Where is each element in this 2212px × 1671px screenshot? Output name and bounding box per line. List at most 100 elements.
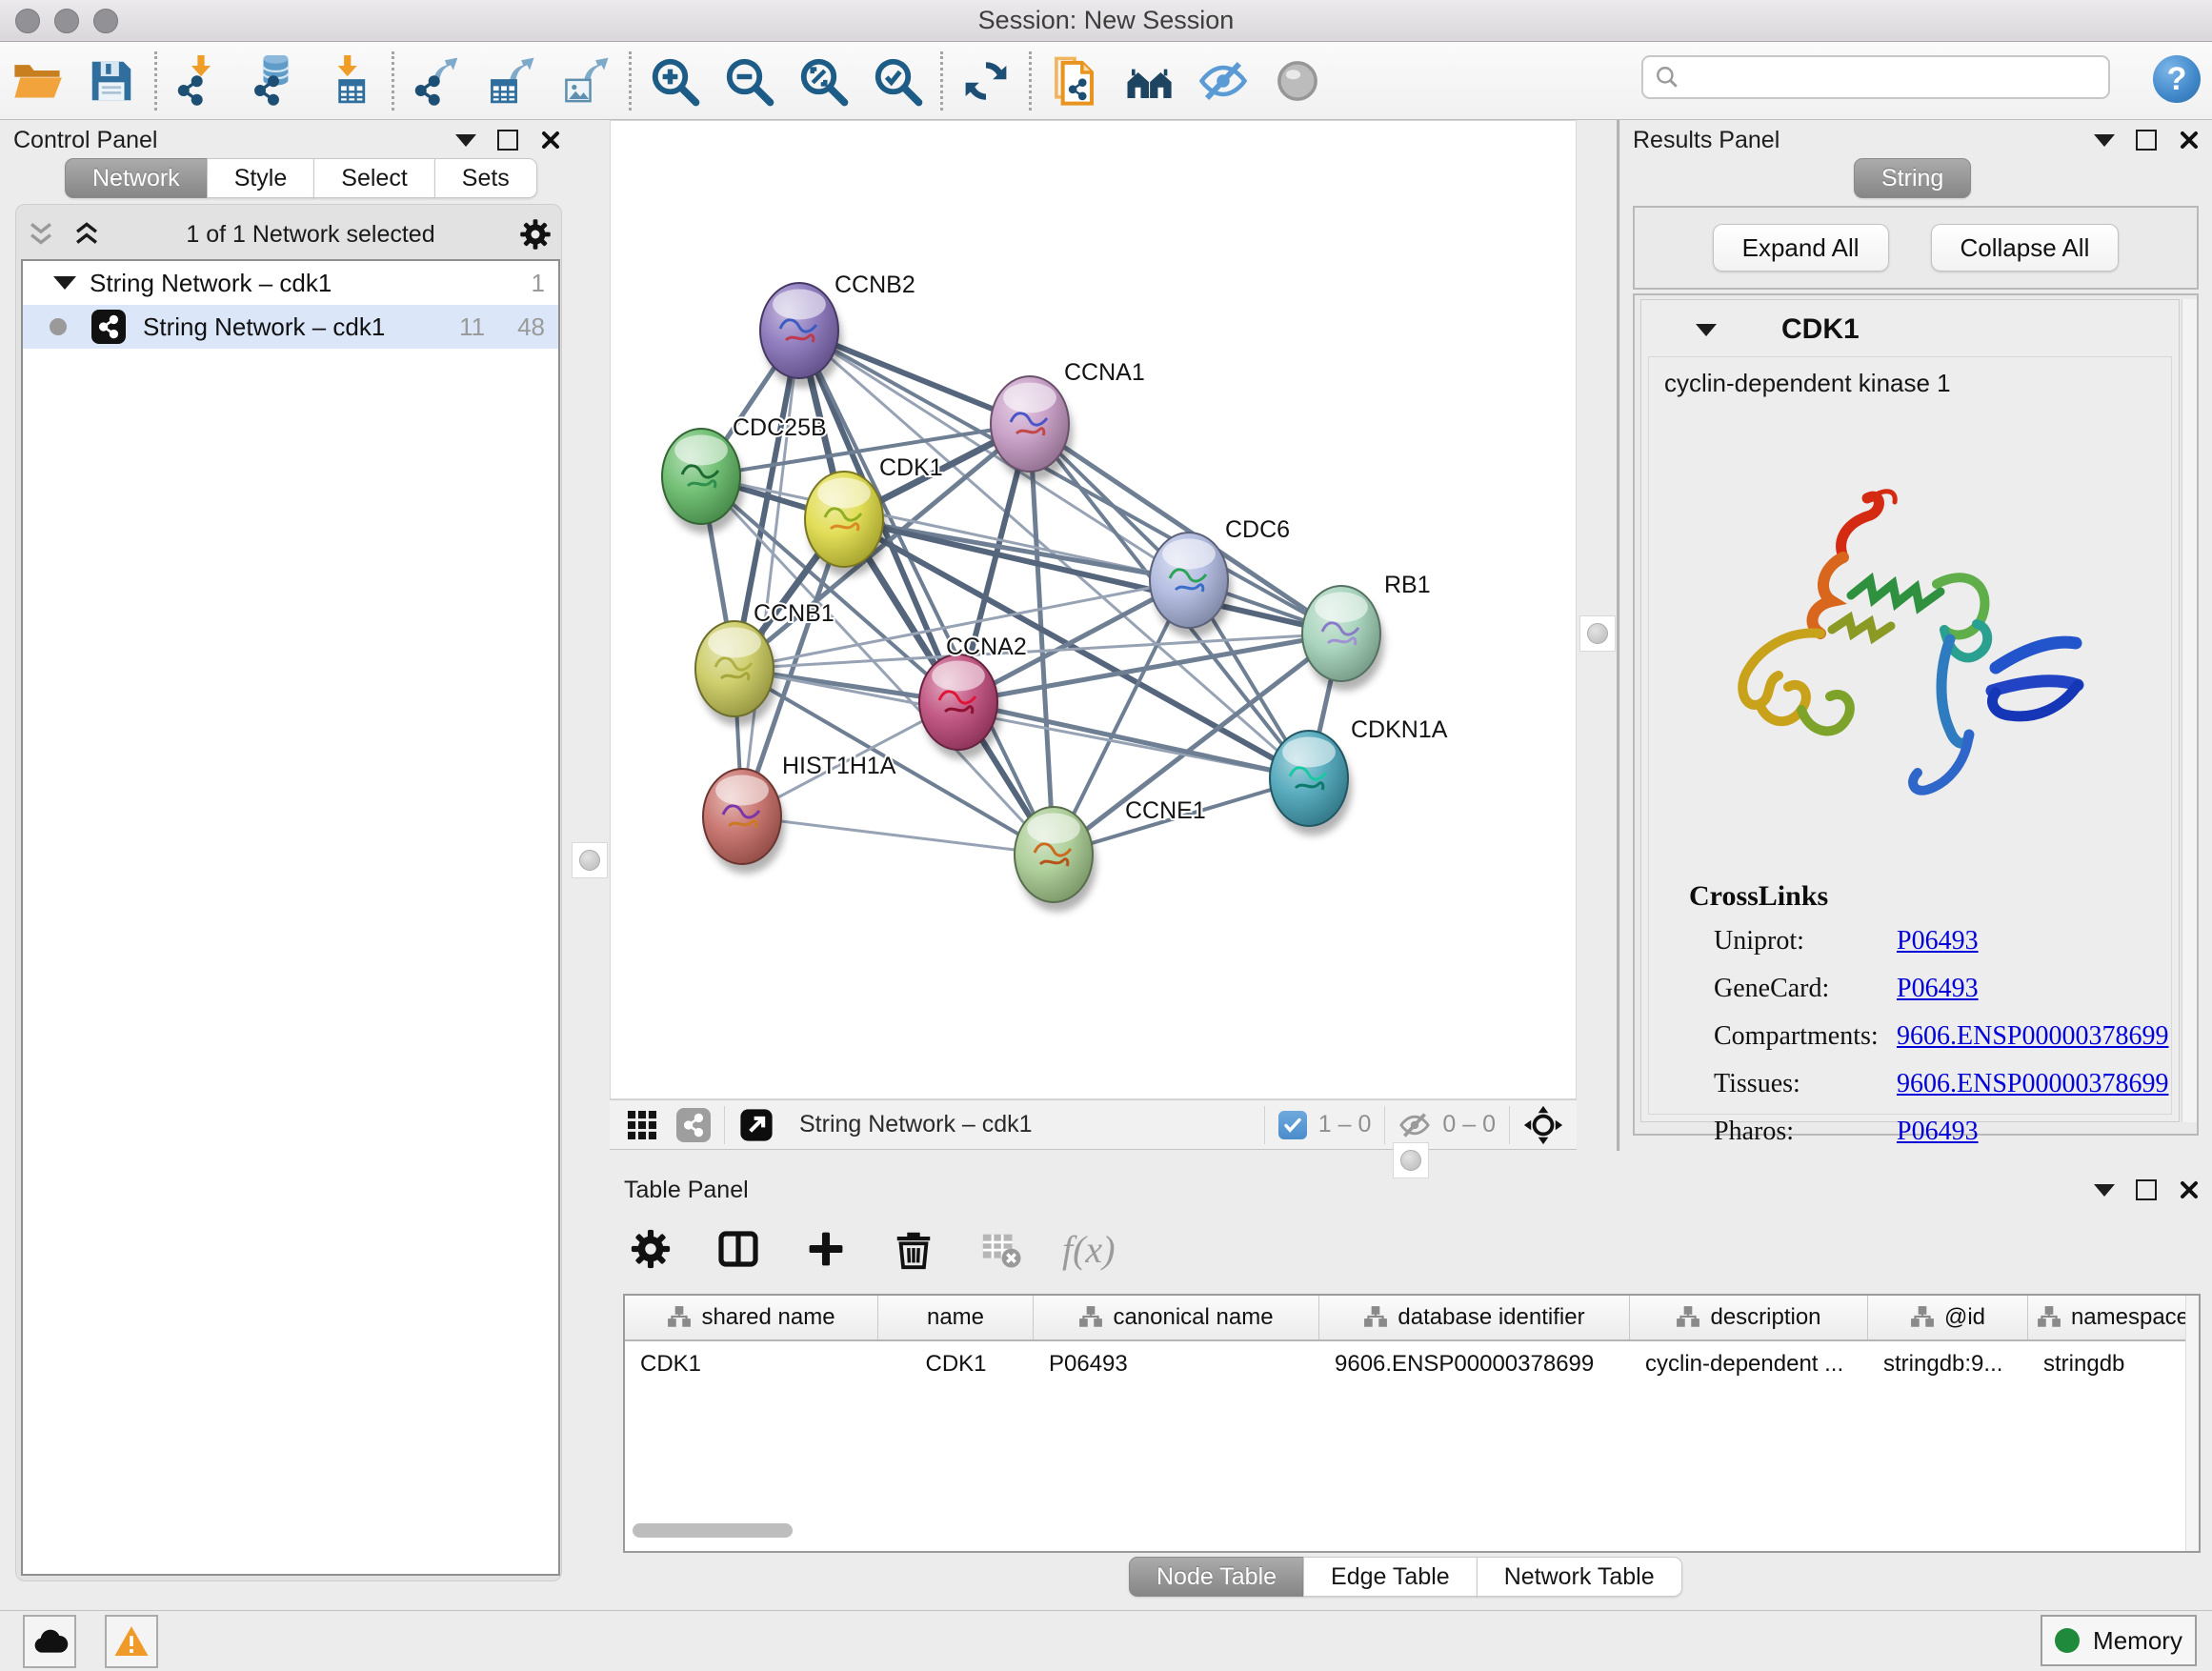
network-row[interactable]: String Network – cdk1 11 48 [23,305,558,349]
detach-view-icon[interactable] [738,1107,774,1143]
close-window-button[interactable] [15,9,40,33]
crosshair-icon[interactable] [1523,1105,1563,1145]
results-scrollbar[interactable] [2182,299,2197,1122]
selected-nodes-checkbox[interactable] [1278,1111,1307,1139]
column-header[interactable]: description [1630,1296,1868,1339]
network-options-gear-icon[interactable] [518,217,553,252]
show-columns-icon[interactable] [712,1222,765,1276]
table-panel-title: Table Panel [624,1177,749,1204]
collapse-all-button[interactable]: Collapse All [1931,224,2120,272]
cytoscape-window: Session: New Session [0,0,2212,1671]
horizontal-splitter[interactable] [610,1150,2212,1171]
table-tab-network-table[interactable]: Network Table [1477,1557,1682,1597]
network-edge-CCNA1-CCNE1[interactable] [1030,424,1054,855]
tab-network[interactable]: Network [65,158,208,198]
save-session-icon[interactable] [74,50,149,112]
column-header[interactable]: database identifier [1319,1296,1630,1339]
table-cell[interactable]: stringdb:9... [1868,1343,2028,1385]
crosslink-link[interactable]: P06493 [1897,974,1979,1004]
tab-sets[interactable]: Sets [434,158,537,198]
control-panel-float-icon[interactable] [455,134,476,147]
zoom-in-icon[interactable] [637,50,712,112]
eye-icon[interactable] [1260,50,1335,112]
tab-select[interactable]: Select [313,158,434,198]
control-panel-maximize-icon[interactable] [497,130,518,151]
table-cell[interactable]: CDK1 [878,1343,1034,1385]
zoom-out-icon[interactable] [712,50,786,112]
zoom-fit-icon[interactable] [786,50,860,112]
zoom-window-button[interactable] [93,9,118,33]
expand-all-button[interactable]: Expand All [1713,224,1889,272]
tab-style[interactable]: Style [207,158,315,198]
network-list: String Network – cdk1 1 String Network –… [21,259,560,1576]
right-splitter-handle[interactable] [1579,615,1616,652]
network-collection-row[interactable]: String Network – cdk1 1 [23,261,558,305]
cdk1-collapse-triangle[interactable] [1696,324,1717,336]
crosslink-link[interactable]: P06493 [1897,1117,1979,1147]
cloud-status-icon[interactable] [23,1615,76,1668]
export-image-icon[interactable] [549,50,623,112]
results-panel-float-icon[interactable] [2094,134,2115,147]
minimize-window-button[interactable] [54,9,79,33]
crosslink-link[interactable]: 9606.ENSP00000378699 [1897,1021,2168,1052]
column-header[interactable]: canonical name [1034,1296,1319,1339]
left-splitter-handle[interactable] [572,842,608,878]
string-home-icon[interactable] [1112,50,1186,112]
table-vertical-scrollbar[interactable] [2185,1296,2199,1551]
collapse-all-networks-icon[interactable] [25,218,57,251]
results-panel-maximize-icon[interactable] [2136,130,2157,151]
delete-table-icon[interactable] [975,1222,1028,1276]
import-network-file-icon[interactable] [163,50,237,112]
control-panel-close-icon[interactable] [539,129,562,151]
zoom-selected-icon[interactable] [860,50,935,112]
network-node-CDKN1A[interactable]: CDKN1A [1270,716,1448,836]
expand-all-networks-icon[interactable] [70,218,103,251]
table-tab-edge-table[interactable]: Edge Table [1303,1557,1478,1597]
table-horizontal-scrollbar[interactable] [633,1523,793,1538]
function-builder-icon[interactable]: f(x) [1062,1227,1116,1272]
hidden-eye-icon[interactable] [1398,1109,1431,1141]
network-share-icon[interactable] [676,1108,711,1142]
status-bar: Memory [0,1610,2212,1671]
table-panel-close-icon[interactable] [2178,1178,2201,1201]
export-table-icon[interactable] [474,50,549,112]
network-canvas[interactable]: CCNB2CCNA1CDC25BCDK1CDC6RB1CCNB1CCNA2CDK… [610,120,1577,1099]
open-session-icon[interactable] [0,50,74,112]
refresh-icon[interactable] [949,50,1023,112]
column-header[interactable]: namespace [2028,1296,2199,1339]
column-header[interactable]: shared name [625,1296,878,1339]
table-tab-node-table[interactable]: Node Table [1129,1557,1304,1597]
export-network-icon[interactable] [400,50,474,112]
results-tab-string[interactable]: String [1854,158,1971,198]
enhanced-graphics-icon[interactable] [1186,50,1260,112]
crosslink-row: GeneCard:P06493 [1714,974,2171,1004]
table-cell[interactable]: 9606.ENSP00000378699 [1319,1343,1630,1385]
network-node-RB1[interactable]: RB1 [1302,572,1431,691]
table-cell[interactable]: stringdb [2028,1343,2199,1385]
network-edge-HIST1H1A-CCNE1[interactable] [742,816,1054,855]
import-table-icon[interactable] [312,50,386,112]
table-panel-float-icon[interactable] [2094,1184,2115,1197]
network-node-CCNE1[interactable]: CCNE1 [1015,797,1206,912]
table-cell[interactable]: P06493 [1034,1343,1319,1385]
network-node-HIST1H1A[interactable]: HIST1H1A [703,753,896,874]
table-options-gear-icon[interactable] [624,1222,677,1276]
add-column-icon[interactable] [799,1222,853,1276]
table-panel-maximize-icon[interactable] [2136,1179,2157,1200]
table-cell[interactable]: cyclin-dependent ... [1630,1343,1868,1385]
crosslink-link[interactable]: 9606.ENSP00000378699 [1897,1069,2168,1099]
collection-expand-triangle[interactable] [53,276,76,290]
string-document-icon[interactable] [1037,50,1112,112]
crosslink-link[interactable]: P06493 [1897,926,1979,956]
help-button[interactable]: ? [2153,55,2201,103]
search-input[interactable] [1689,64,2097,91]
column-header[interactable]: name [878,1296,1034,1339]
warning-status-icon[interactable] [105,1615,158,1668]
import-network-database-icon[interactable] [237,50,312,112]
column-header[interactable]: @id [1868,1296,2028,1339]
results-panel-close-icon[interactable] [2178,129,2201,151]
delete-column-icon[interactable] [887,1222,940,1276]
table-cell[interactable]: CDK1 [625,1343,878,1385]
birdseye-grid-icon[interactable] [625,1108,659,1142]
memory-button[interactable]: Memory [2041,1615,2197,1666]
